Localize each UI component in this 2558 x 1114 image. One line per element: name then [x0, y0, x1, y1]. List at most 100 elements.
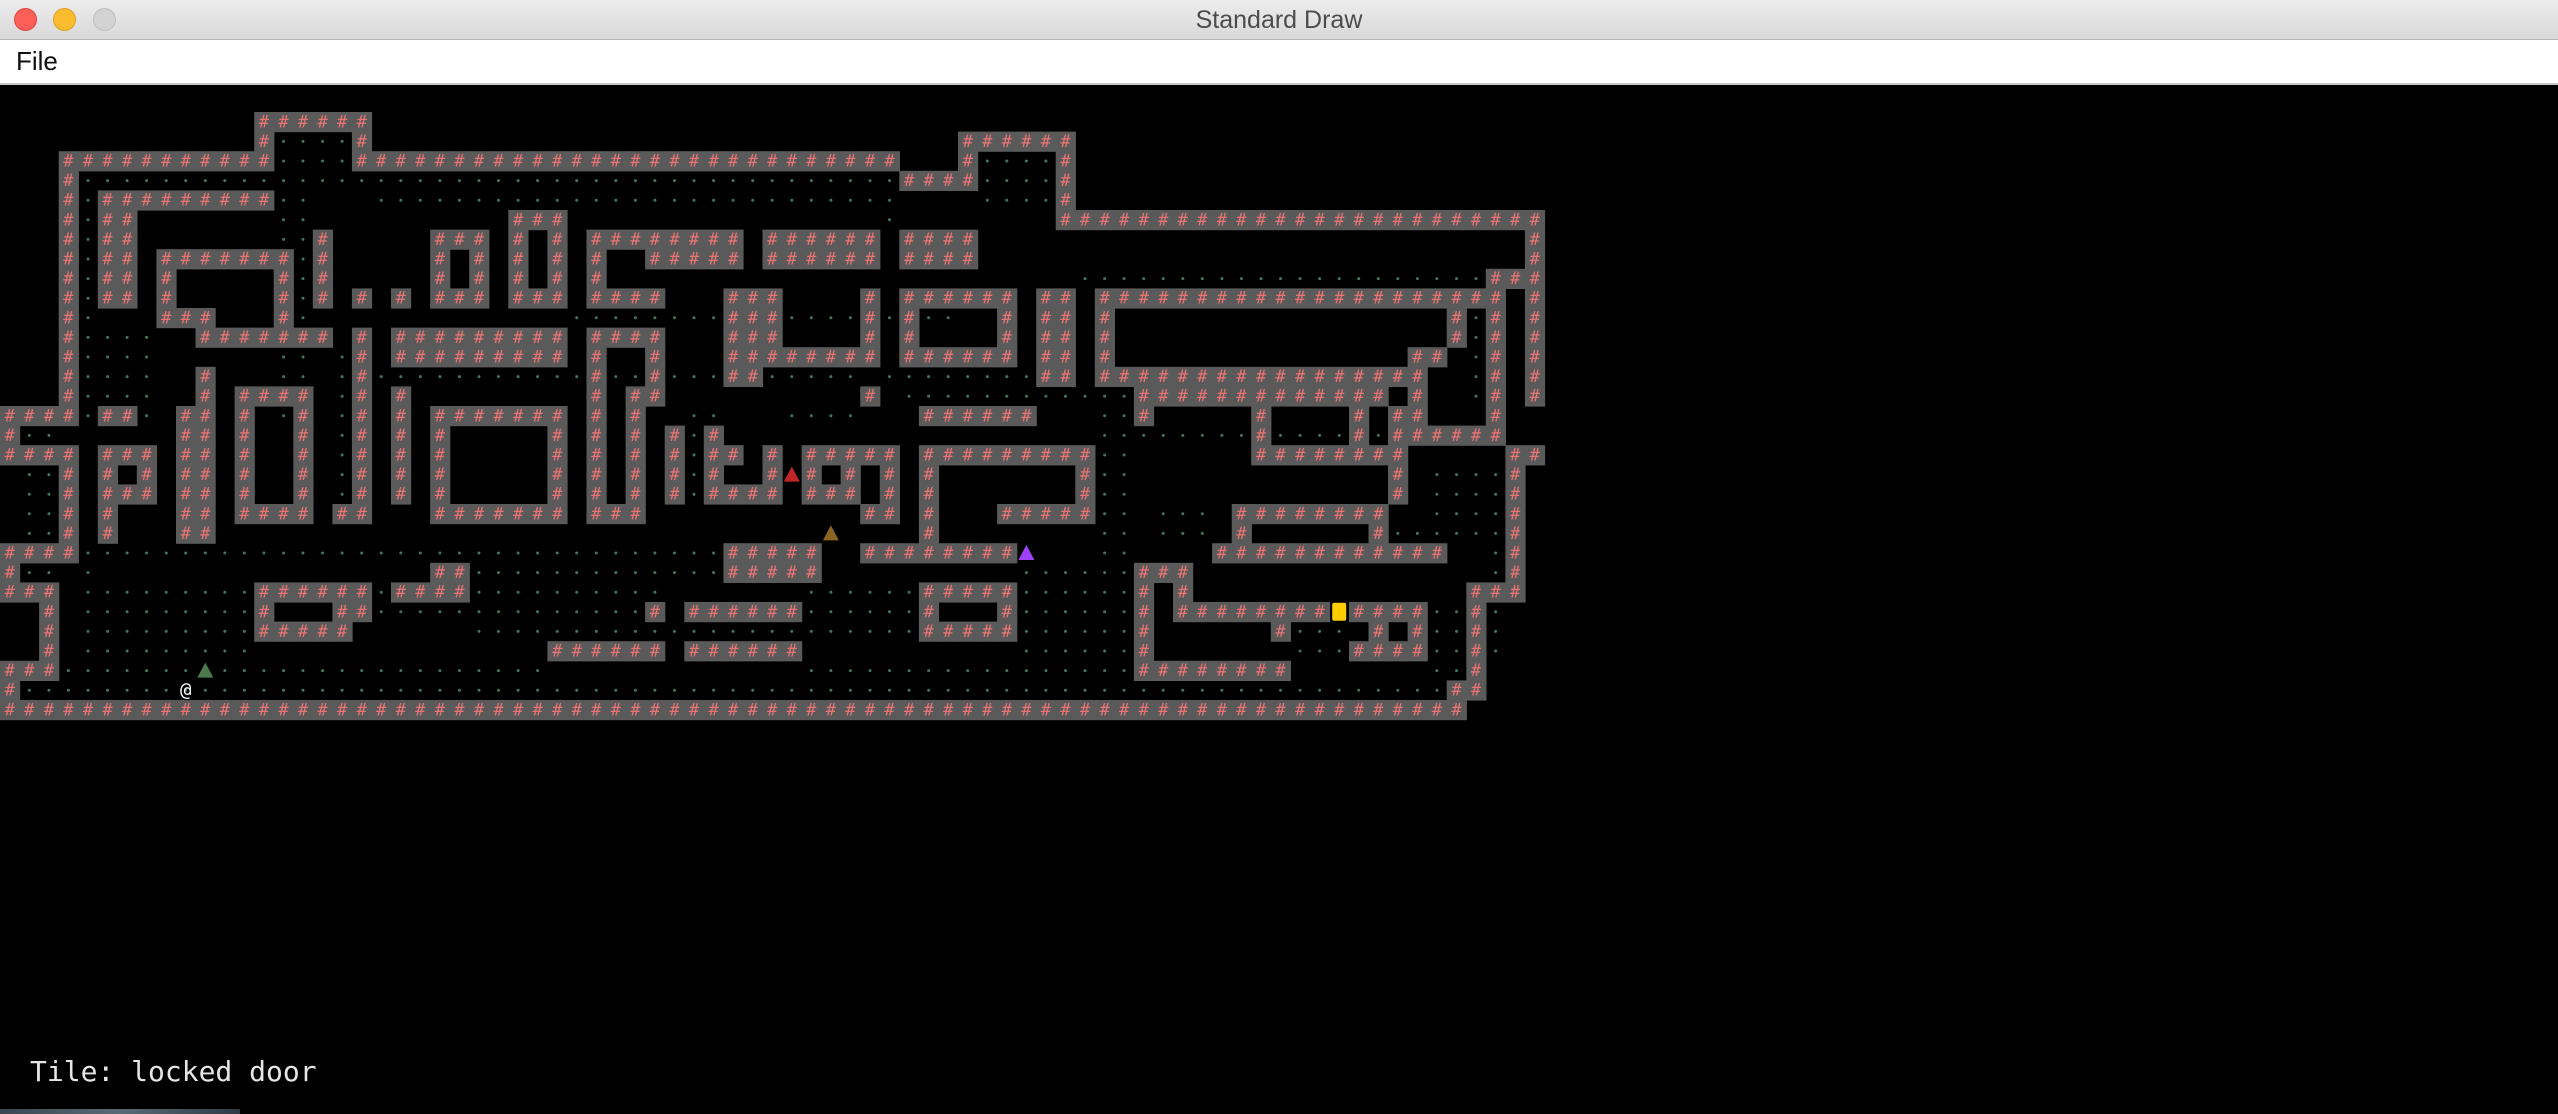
wall-tile: # — [586, 268, 607, 289]
svg-text:#: # — [200, 504, 211, 524]
svg-text:#: # — [44, 642, 55, 662]
floor-tile — [848, 414, 852, 418]
menu-file[interactable]: File — [16, 40, 58, 83]
svg-text:#: # — [259, 112, 270, 132]
svg-text:#: # — [1373, 642, 1384, 662]
floor-tile — [106, 610, 109, 614]
wall-tile: # — [958, 131, 979, 152]
svg-text:#: # — [278, 504, 289, 524]
wall-tile: # — [1133, 641, 1155, 662]
floor-tile — [340, 355, 344, 359]
svg-text:#: # — [454, 289, 465, 309]
floor-tile — [242, 590, 246, 594]
wall-tile: # — [782, 543, 803, 564]
floor-tile — [1083, 590, 1087, 594]
wall-tile: # — [1036, 366, 1057, 387]
wall-tile: # — [801, 151, 822, 172]
wall-tile: # — [586, 288, 607, 309]
wall-tile: # — [1349, 700, 1370, 720]
floor-tile — [47, 433, 51, 437]
floor-tile — [47, 688, 51, 692]
wall-tile: # — [918, 621, 940, 642]
floor-tile — [555, 198, 559, 202]
floor-tile — [1122, 688, 1126, 692]
svg-text:#: # — [1002, 406, 1013, 426]
svg-text:#: # — [728, 328, 739, 348]
wall-tile: # — [469, 151, 490, 172]
floor-tile — [1435, 492, 1439, 496]
wall-tile: # — [1036, 327, 1057, 348]
wall-tile: # — [625, 445, 646, 466]
floor-tile — [516, 179, 520, 183]
wall-tile: # — [899, 170, 920, 191]
wall-tile: # — [391, 700, 412, 720]
wall-tile: # — [586, 249, 607, 270]
svg-text:#: # — [1158, 700, 1169, 720]
floor-tile — [1239, 688, 1243, 692]
svg-text:#: # — [826, 446, 837, 466]
wall-tile: # — [1505, 445, 1526, 466]
floor-tile — [1122, 649, 1126, 653]
floor-tile — [594, 198, 598, 202]
wall-tile: # — [1349, 425, 1370, 446]
floor-tile — [633, 179, 637, 183]
svg-text:#: # — [728, 152, 739, 172]
floor-tile — [27, 688, 31, 692]
floor-tile — [1298, 277, 1302, 281]
floor-tile — [1024, 590, 1028, 594]
wall-tile: # — [1290, 700, 1311, 720]
svg-text:#: # — [923, 171, 934, 191]
svg-text:#: # — [1275, 661, 1286, 681]
svg-text:#: # — [161, 289, 172, 309]
floor-tile — [340, 139, 344, 143]
wall-tile: # — [1173, 602, 1194, 622]
floor-tile — [731, 179, 735, 183]
enemy-red-icon — [783, 466, 800, 482]
svg-text:#: # — [787, 642, 798, 662]
svg-text:#: # — [806, 563, 817, 583]
svg-text:#: # — [1354, 700, 1365, 720]
wall-tile: # — [469, 327, 490, 348]
wall-tile: # — [527, 700, 549, 720]
svg-text:#: # — [591, 446, 602, 466]
svg-text:#: # — [1060, 132, 1071, 152]
wall-tile: # — [19, 543, 40, 564]
wall-tile: # — [1016, 700, 1037, 720]
wall-tile: # — [1485, 288, 1506, 309]
wall-tile: # — [606, 504, 627, 524]
svg-text:#: # — [1099, 210, 1110, 230]
svg-text:#: # — [1490, 269, 1501, 289]
wall-tile: # — [684, 151, 705, 172]
svg-text:#: # — [278, 250, 289, 270]
svg-text:#: # — [1334, 210, 1345, 230]
svg-text:#: # — [650, 152, 661, 172]
svg-text:#: # — [415, 583, 426, 603]
game-canvas[interactable]: # # # # # # # # # # # # # # # # # # # # # # # # # # # # # # # # # # # # # # # #… — [0, 85, 2558, 1114]
wall-tile: # — [1388, 366, 1409, 387]
svg-text:#: # — [865, 348, 876, 368]
title-bar: Standard Draw — [0, 0, 2558, 40]
wall-tile: # — [958, 170, 979, 191]
wall-tile: # — [782, 249, 803, 270]
svg-text:#: # — [591, 642, 602, 662]
svg-text:#: # — [63, 504, 74, 524]
floor-tile — [614, 179, 618, 183]
floor-tile — [927, 688, 931, 692]
svg-text:#: # — [454, 406, 465, 426]
wall-tile: # — [176, 523, 197, 544]
floor-tile — [106, 394, 109, 398]
wall-tile: # — [997, 445, 1018, 466]
wall-tile: # — [860, 249, 881, 270]
svg-text:#: # — [572, 152, 583, 172]
floor-tile — [829, 414, 833, 418]
floor-tile — [868, 590, 872, 594]
wall-tile: # — [449, 347, 470, 368]
svg-text:#: # — [493, 406, 504, 426]
svg-text:#: # — [1060, 446, 1071, 466]
svg-text:#: # — [200, 700, 211, 720]
floor-tile — [457, 551, 461, 555]
svg-text:#: # — [1373, 387, 1384, 407]
floor-tile — [203, 629, 207, 633]
svg-text:#: # — [845, 700, 856, 720]
floor-tile — [242, 610, 246, 614]
